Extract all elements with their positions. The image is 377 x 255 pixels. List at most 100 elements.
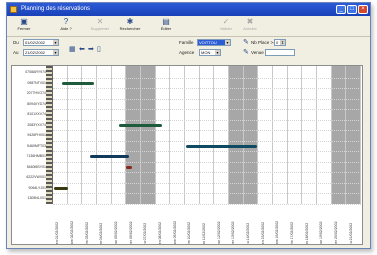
day-column-label: jeu 21/02/2002 [348, 222, 353, 245]
row-divider [53, 109, 361, 110]
reservation-bar[interactable] [54, 186, 68, 190]
toolbar: ▣ Fermer? Aide ? ✕ Supprimer ✱ Rechercher ▤ Édit… [7, 16, 370, 37]
vehicle-row-label: 7136HMB01 [26, 154, 46, 158]
door-exit-icon: ▣ [20, 17, 28, 26]
toolbar-button-label: Annuler [243, 26, 257, 31]
agence-select[interactable]: MON ▾ [199, 49, 221, 56]
title-bar: Planning des réservations _ □ × [7, 3, 370, 16]
day-column-label: sam 09/02/2002 [172, 220, 177, 245]
day-column-label: jeu 07/02/2002 [143, 222, 148, 245]
reservation-bar[interactable] [61, 81, 95, 85]
row-divider [53, 119, 361, 121]
nbplace-label: Nb Place >= [251, 40, 276, 45]
toolbar-button-label: Rechercher [119, 26, 141, 31]
famille-label: Famille [179, 40, 194, 45]
day-column-label: mar 05/02/2002 [114, 221, 118, 245]
venue-label: Venue [251, 50, 264, 55]
row-divider [53, 182, 361, 184]
reservation-bar[interactable] [119, 123, 162, 127]
toolbar-button-2[interactable]: ✕ Supprimer [87, 18, 113, 35]
check-icon: ✓ [222, 17, 230, 26]
planning-grid: ven 01/02/2002 sam 02/02/2002 dim 03/02/20… [11, 65, 363, 245]
vehicle-row-label: 2083YXX74 [27, 122, 46, 127]
day-column-label: ven 08/02/2002 [158, 221, 162, 245]
app-icon [10, 6, 17, 13]
reservation-bar[interactable] [186, 144, 257, 148]
vehicle-row-label: 5460MFT03 [27, 143, 46, 148]
day-column-label: dim 10/02/2002 [187, 221, 192, 245]
day-column-label: sam 16/02/2002 [275, 220, 280, 245]
vehicle-row-label: 8101XXV74 [27, 112, 46, 116]
chevron-down-icon[interactable]: ▾ [53, 50, 58, 55]
search-icon: ✱ [126, 17, 134, 26]
day-column-label: mar 12/02/2002 [216, 221, 221, 245]
row-divider [53, 98, 361, 100]
day-column-label: ven 15/02/2002 [260, 221, 265, 245]
vehicle-row-label: 0987NTV01 [27, 80, 46, 85]
help-icon: ? [63, 17, 69, 26]
row-divider [53, 172, 361, 173]
row-divider [53, 151, 361, 152]
row-divider [53, 203, 361, 205]
delete-icon: ✕ [96, 17, 104, 26]
toolbar-button-4[interactable]: ▤ Éditer [153, 18, 179, 35]
du-label: Du [13, 40, 19, 45]
date-to-field[interactable]: 21/02/2002 ▾ [23, 49, 59, 56]
minimize-button[interactable]: _ [336, 5, 346, 14]
arrow-left-icon[interactable]: ⬅ [79, 46, 85, 53]
day-column-label: lun 11/02/2002 [202, 223, 206, 245]
day-column-label: lun 04/02/2002 [99, 222, 104, 245]
row-divider [53, 130, 361, 131]
vehicle-row-label: 5460MSY01 [26, 164, 46, 169]
row-divider [53, 193, 361, 194]
toolbar-button-1[interactable]: ? Aide ? [53, 18, 79, 35]
toolbar-button-0[interactable]: ▣ Fermer [11, 18, 37, 35]
day-column-label: sam 02/02/2002 [70, 220, 74, 245]
chevron-down-icon[interactable]: ▾ [225, 40, 230, 45]
close-button[interactable]: × [358, 5, 368, 14]
day-column-label: jeu 14/02/2002 [246, 222, 250, 245]
chevron-down-icon[interactable]: ▾ [53, 40, 58, 45]
nbplace-stepper[interactable]: 0 ⇕ [274, 39, 286, 46]
vehicle-row-label: 2077HVG74 [26, 91, 46, 95]
calendar-icon[interactable]: ▦ [69, 46, 76, 53]
reservation-bar[interactable] [89, 155, 130, 158]
vehicle-row-label: 6222VWX01 [26, 175, 46, 179]
cancel-icon: ✖ [246, 17, 254, 26]
maximize-button[interactable]: □ [347, 5, 357, 14]
day-column-label: dim 03/02/2002 [84, 221, 89, 245]
row-divider [53, 77, 361, 79]
stepper-icon[interactable]: ⇕ [280, 40, 285, 45]
toolbar-button-label: Valider [219, 26, 233, 31]
day-column-label: dim 17/02/2002 [290, 221, 294, 245]
planning-window: Planning des réservations _ □ × ▣ Fermer?… [6, 2, 371, 249]
seat-icon: ✎ [243, 39, 249, 46]
filter-bar: Du 01/02/2002 ▾ Au 21/02/2002 ▾ ▦ ⬅ ➡ ▯ Fa… [7, 37, 370, 63]
vehicle-row-label: 8094XYD74 [27, 101, 46, 106]
venue-icon: ✎ [243, 49, 249, 56]
toolbar-button-label: Éditer [160, 26, 172, 31]
window-controls: _ □ × [336, 5, 368, 14]
day-column-label: mer 13/02/2002 [231, 221, 236, 245]
row-divider [53, 140, 361, 142]
toolbar-button-label: Supprimer [90, 26, 110, 31]
printer-icon: ▤ [162, 17, 170, 26]
planning-plot [52, 66, 361, 205]
toolbar-button-label: Aide ? [60, 26, 72, 31]
window-title: Planning des réservations [21, 6, 91, 12]
document-icon[interactable]: ▯ [97, 46, 101, 53]
toolbar-button-label: Fermer [17, 26, 31, 31]
toolbar-button-5[interactable]: ✓ Valider [213, 18, 239, 35]
arrow-right-icon[interactable]: ➡ [88, 46, 94, 53]
vehicle-row-label: 9064LYJ01 [28, 185, 46, 190]
toolbar-button-3[interactable]: ✱ Rechercher [117, 18, 143, 35]
row-divider [53, 161, 361, 163]
chevron-down-icon[interactable]: ▾ [215, 50, 220, 55]
day-column-label: mer 20/02/2002 [334, 221, 338, 245]
famille-select[interactable]: VOITTOU ▾ [197, 39, 231, 46]
reservation-bar[interactable] [126, 165, 133, 169]
date-from-field[interactable]: 01/02/2002 ▾ [23, 39, 59, 46]
vehicle-row-label: 1305NLX01 [27, 196, 47, 200]
toolbar-button-6[interactable]: ✖ Annuler [237, 18, 263, 35]
venue-field[interactable] [265, 49, 295, 56]
